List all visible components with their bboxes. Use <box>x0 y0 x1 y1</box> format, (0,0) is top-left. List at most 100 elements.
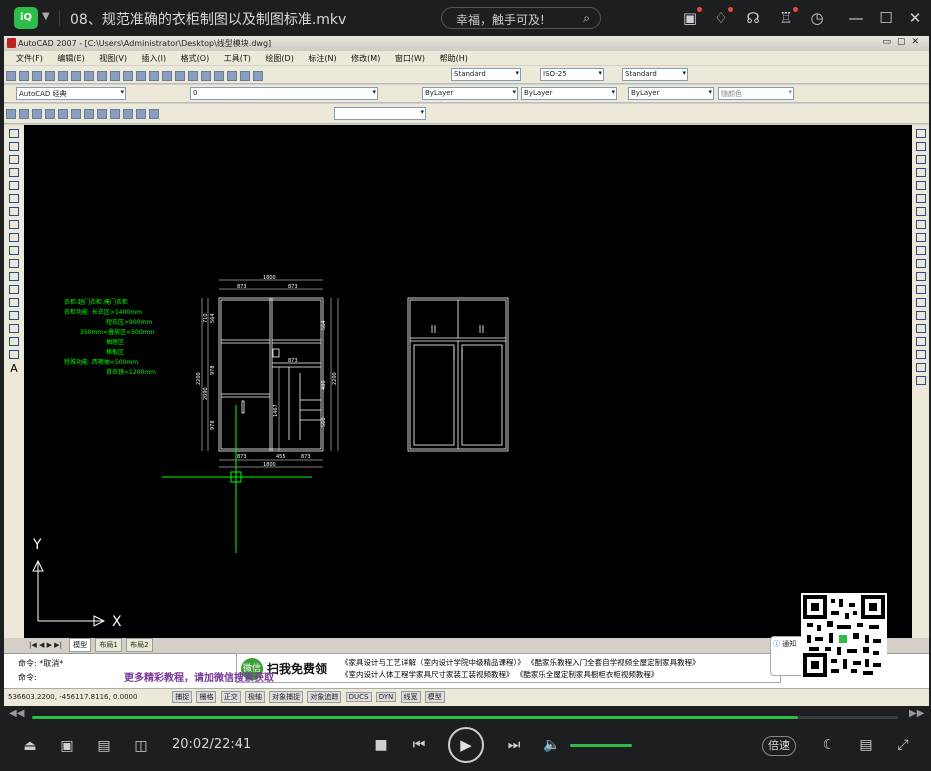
fast-forward-icon[interactable]: ▶▶ <box>909 708 924 719</box>
search-input[interactable]: 幸福，触手可及! ⌕ <box>441 7 601 29</box>
print-icon[interactable] <box>45 71 55 81</box>
insert-block-icon[interactable] <box>9 272 19 281</box>
render-icon[interactable] <box>136 109 146 119</box>
copy-object-icon[interactable] <box>915 142 926 151</box>
paste-icon[interactable] <box>110 71 120 81</box>
properties-icon[interactable] <box>201 71 211 81</box>
camera-icon[interactable] <box>149 109 159 119</box>
search-icon[interactable]: ⌕ <box>583 11 590 26</box>
explode-icon[interactable] <box>915 324 926 333</box>
fullscreen-icon[interactable]: ⤢ <box>892 735 914 755</box>
view-right-icon[interactable] <box>110 109 120 119</box>
message-icon[interactable]: ♢ <box>711 7 733 28</box>
tab-layout2[interactable]: 布局2 <box>126 638 153 652</box>
menu-draw[interactable]: 绘图(D) <box>265 53 293 64</box>
array-icon[interactable] <box>915 181 926 190</box>
history-icon[interactable]: ◷ <box>807 8 827 28</box>
status-lwt-button[interactable]: 线宽 <box>400 691 421 703</box>
xline-icon[interactable] <box>9 142 19 151</box>
join-icon[interactable] <box>915 285 926 294</box>
status-dyn-button[interactable]: DYN <box>375 692 397 702</box>
circle-icon[interactable] <box>9 207 19 216</box>
viewport-select[interactable]: ▾ <box>334 107 426 120</box>
erase-icon[interactable] <box>915 129 926 138</box>
ucs-icon[interactable] <box>6 109 16 119</box>
offset-icon[interactable] <box>915 168 926 177</box>
box-icon[interactable] <box>19 109 29 119</box>
command-prompt[interactable]: 命令: <box>18 672 37 683</box>
copy-icon[interactable] <box>97 71 107 81</box>
table-icon[interactable] <box>9 350 19 359</box>
zoom-icon[interactable] <box>175 71 185 81</box>
status-osnap-button[interactable]: 对象捕捉 <box>269 691 304 703</box>
revcloud-icon[interactable] <box>9 220 19 229</box>
cylinder-icon[interactable] <box>45 109 55 119</box>
layer-select[interactable]: 0 ▾ <box>190 87 378 100</box>
help-icon[interactable] <box>253 71 263 81</box>
menu-window[interactable]: 窗口(W) <box>395 53 425 64</box>
screenshot-icon[interactable]: ◫ <box>131 736 151 756</box>
table-style-select[interactable]: Standard ▾ <box>622 68 688 81</box>
extend-icon[interactable] <box>915 259 926 268</box>
dim-style-select[interactable]: ISO-25 ▾ <box>540 68 604 81</box>
menu-view[interactable]: 视图(V) <box>99 53 127 64</box>
polygon-icon[interactable] <box>9 168 19 177</box>
status-otrack-button[interactable]: 对象追踪 <box>307 691 342 703</box>
view-front-icon[interactable] <box>84 109 94 119</box>
volume-icon[interactable]: 🔈 <box>541 735 563 755</box>
stop-icon[interactable]: ■ <box>370 735 392 755</box>
tab-layout1[interactable]: 布局1 <box>95 638 122 652</box>
design-center-icon[interactable] <box>214 71 224 81</box>
chamfer-icon[interactable] <box>915 298 926 307</box>
subtitle-icon[interactable]: ▣ <box>57 736 77 756</box>
ad-banner[interactable]: 微信 扫我免费领 《家具设计与工艺详解（室内设计学院中级精品课程）》 《酷家乐教… <box>236 653 781 683</box>
gradient-icon[interactable] <box>9 324 19 333</box>
break-icon[interactable] <box>915 272 926 281</box>
workspace-select[interactable]: AutoCAD 经典 ▾ <box>16 87 126 100</box>
sheet-set-icon[interactable] <box>915 363 926 372</box>
lamp-icon[interactable]: ☾ <box>818 735 840 755</box>
hatch-icon[interactable] <box>9 311 19 320</box>
rectangle-icon[interactable] <box>9 181 19 190</box>
share-icon[interactable]: ☊ <box>743 8 763 28</box>
lineweight-select[interactable]: ByLayer ▾ <box>628 87 714 100</box>
line-icon[interactable] <box>9 129 19 138</box>
pan-icon[interactable] <box>162 71 172 81</box>
menu-format[interactable]: 格式(O) <box>181 53 210 64</box>
menu-tools[interactable]: 工具(T) <box>224 53 251 64</box>
layer-states-icon[interactable] <box>915 337 926 346</box>
arc-icon[interactable] <box>9 194 19 203</box>
ellipse-icon[interactable] <box>9 246 19 255</box>
qr-code-image[interactable] <box>801 593 887 679</box>
menu-modify[interactable]: 修改(M) <box>351 53 380 64</box>
tool-palette-icon[interactable] <box>227 71 237 81</box>
previous-icon[interactable]: ⏮ <box>408 735 430 755</box>
menu-edit[interactable]: 编辑(E) <box>57 53 84 64</box>
linetype-select[interactable]: ByLayer ▾ <box>521 87 617 100</box>
sphere-icon[interactable] <box>32 109 42 119</box>
download-icon[interactable]: ▣ <box>680 7 702 28</box>
next-icon[interactable]: ⏭ <box>503 735 525 755</box>
undo-icon[interactable] <box>136 71 146 81</box>
toolbox-icon[interactable]: ▤ <box>855 735 877 755</box>
cad-drawing-area[interactable]: 衣柜:趟门衣柜,掩门衣柜 衣柜功能: 长衣区>1400mm 短衣区>900mm … <box>24 125 912 638</box>
spline-icon[interactable] <box>9 233 19 242</box>
ellipse-arc-icon[interactable] <box>9 259 19 268</box>
menu-dimension[interactable]: 标注(N) <box>308 53 336 64</box>
plotstyle-select[interactable]: 随颜色 ▾ <box>718 87 794 100</box>
move-icon[interactable] <box>915 194 926 203</box>
cone-icon[interactable] <box>58 109 68 119</box>
stretch-icon[interactable] <box>915 233 926 242</box>
menu-insert[interactable]: 插入(I) <box>142 53 167 64</box>
redo-icon[interactable] <box>149 71 159 81</box>
progress-bar[interactable] <box>32 716 898 719</box>
skin-icon[interactable]: ♖ <box>776 7 798 28</box>
status-ortho-button[interactable]: 正交 <box>220 691 241 703</box>
minimize-icon[interactable]: — <box>846 8 866 28</box>
view-top-icon[interactable] <box>71 109 81 119</box>
chevron-down-icon[interactable]: ▼ <box>42 11 50 22</box>
status-polar-button[interactable]: 极轴 <box>244 691 265 703</box>
status-ducs-button[interactable]: DUCS <box>345 692 372 702</box>
status-snap-button[interactable]: 捕捉 <box>172 691 193 703</box>
text-style-select[interactable]: Standard ▾ <box>451 68 521 81</box>
